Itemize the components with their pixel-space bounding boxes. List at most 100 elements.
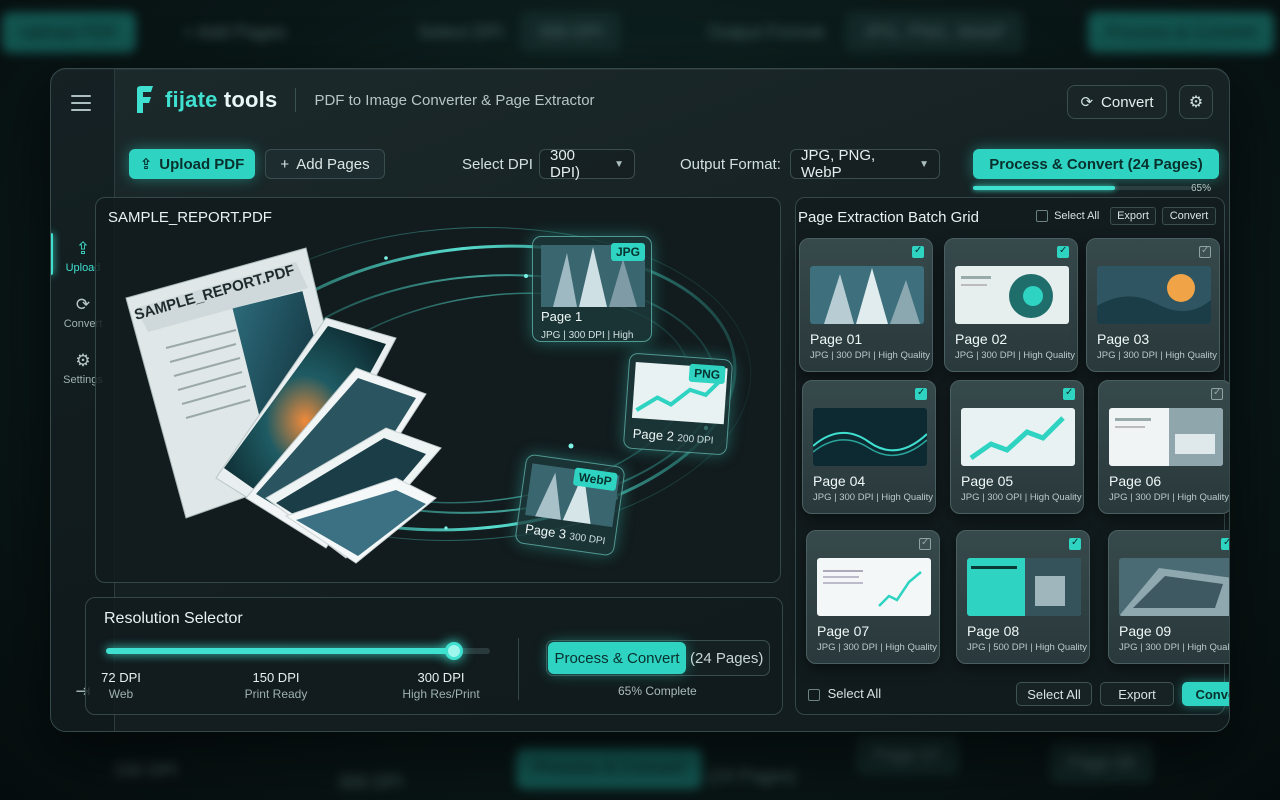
bg-pages: (24 Pages) <box>708 766 797 786</box>
page-card-meta: JPG | 300 OPI | High Quality <box>961 492 1082 503</box>
page-card-2[interactable]: Page 02 JPG | 300 DPI | High Quality <box>944 238 1078 372</box>
float-card-webp: WebP Page 3 300 DPI <box>514 453 626 557</box>
page-thumbnail <box>810 266 924 324</box>
page-thumbnail <box>1119 558 1229 616</box>
tick-300-desc: High Res/Print <box>402 687 480 701</box>
page-card-5[interactable]: Page 05 JPG | 300 OPI | High Quality <box>950 380 1084 514</box>
page-card-meta: JPG | 300 DPI | High Quality <box>1097 350 1218 361</box>
format-select[interactable]: JPG, PNG, WebP ▼ <box>790 147 940 181</box>
page-card-3[interactable]: Page 03 JPG | 300 DPI | High Quality <box>1086 238 1220 372</box>
float-card-jpg-title: Page 1 <box>541 309 583 324</box>
page-card-meta: JPG | 300 DPI | High Quality <box>1119 642 1230 653</box>
process-convert-label: Process & Convert (24 Pages) <box>989 155 1203 173</box>
page-card-meta: JPG | 300 DPI | High Quality <box>1109 492 1230 503</box>
page-card-checkbox[interactable] <box>1057 245 1069 258</box>
page-card-meta: JPG | 300 DPI | High Quality <box>813 492 934 503</box>
page-thumbnail <box>967 558 1081 616</box>
brand-logo-icon <box>137 86 153 113</box>
footer-select-all-button[interactable]: Select All <box>1016 682 1092 706</box>
batch-grid-title: Page Extraction Batch Grid <box>798 209 979 226</box>
float-card-png-title: Page 2 <box>632 425 675 444</box>
dpi-slider-track[interactable] <box>106 648 490 654</box>
page-card-checkbox[interactable] <box>912 245 924 258</box>
footer-convert-label: Convert <box>1195 686 1229 702</box>
grid-export-button[interactable]: Export <box>1110 207 1156 225</box>
grid-select-all-checkbox[interactable] <box>1036 210 1048 223</box>
page-card-checkbox[interactable] <box>1063 387 1075 400</box>
float-card-jpg-meta: JPG | 300 DPI | High Res <box>541 330 634 341</box>
resolution-process-label: Process & Convert <box>554 649 680 667</box>
process-progress-percent: 65% <box>1191 183 1212 194</box>
footer-select-all-label: Select All <box>827 686 882 701</box>
page-card-8[interactable]: Page 08 JPG | 500 DPI | High Quality <box>956 530 1090 664</box>
bg-300: 300 DPI <box>338 772 404 792</box>
page-card-meta: JPG | 300 DPI | High Quality <box>817 642 938 653</box>
page-card-4[interactable]: Page 04 JPG | 300 DPI | High Quality <box>802 380 936 514</box>
process-progress-fill <box>973 186 1115 190</box>
page-thumbnail <box>1097 266 1211 324</box>
page-thumbnail <box>1109 408 1223 466</box>
bg-150: 150 DPI <box>113 760 179 780</box>
page-card-checkbox[interactable] <box>915 387 927 400</box>
city-thumbnail-icon <box>525 463 620 528</box>
bg-p07: Page 07 <box>856 734 960 775</box>
page-card-6[interactable]: Page 06 JPG | 300 DPI | High Quality <box>1098 380 1230 514</box>
footer-select-all-button-label: Select All <box>1027 686 1081 702</box>
page-card-name: Page 09 <box>1119 623 1172 639</box>
page-card-name: Page 01 <box>810 331 863 347</box>
footer-convert-button[interactable]: Convert <box>1182 682 1229 706</box>
upload-pdf-button[interactable]: ⇪ Upload PDF <box>129 149 255 179</box>
bg-process-2: Process & Convert <box>516 748 703 789</box>
float-card-webp-title: Page 3 <box>524 521 568 542</box>
header-convert-button[interactable]: ⟳ Convert <box>1067 85 1167 119</box>
page-thumbnail <box>817 558 931 616</box>
tick-72: 72 DPI Web <box>96 670 146 701</box>
chevron-down-icon: ▼ <box>614 158 624 170</box>
page-card-checkbox[interactable] <box>1211 387 1223 400</box>
resolution-process-button[interactable]: Process & Convert <box>548 642 686 674</box>
grid-convert-button[interactable]: Convert <box>1162 207 1216 225</box>
hamburger-menu-icon[interactable] <box>71 95 91 116</box>
dpi-select-value: 300 DPI) <box>550 147 580 181</box>
process-progress-bar <box>973 186 1191 190</box>
page-card-9[interactable]: Page 09 JPG | 300 DPI | High Quality <box>1108 530 1230 664</box>
grid-select-all[interactable]: Select All <box>1036 210 1099 223</box>
header-settings-button[interactable]: ⚙ <box>1179 85 1213 119</box>
dpi-slider-thumb[interactable] <box>445 642 463 660</box>
refresh-icon: ⟳ <box>1080 94 1094 111</box>
page-card-checkbox[interactable] <box>919 537 931 550</box>
format-tag-jpg: JPG <box>610 243 645 261</box>
bg-p08: Page 08 <box>1050 742 1154 783</box>
app-subtitle: PDF to Image Converter & Page Extractor <box>314 91 595 109</box>
page-card-checkbox[interactable] <box>1221 537 1229 550</box>
tick-150-dpi: 150 DPI <box>252 670 300 685</box>
tick-150: 150 DPI Print Ready <box>226 670 326 701</box>
process-convert-button[interactable]: Process & Convert (24 Pages) <box>973 149 1219 179</box>
footer-select-all[interactable]: Select All <box>808 686 881 701</box>
float-card-webp-meta: 300 DPI <box>568 531 606 548</box>
brand-divider <box>295 88 297 112</box>
bg-upload: Upload PDF <box>2 12 137 53</box>
page-card-1[interactable]: Page 01 JPG | 300 DPI | High Quality <box>799 238 933 372</box>
header-convert-label: Convert <box>1101 93 1154 111</box>
add-pages-button[interactable]: + Add Pages <box>265 149 385 179</box>
upload-icon: ⇪ <box>139 156 153 173</box>
pdf-preview-panel: SAMPLE_REPORT.PDF SAMPLE_REPORT.PDF JPG … <box>95 197 781 583</box>
page-card-checkbox[interactable] <box>1199 245 1211 258</box>
footer-select-all-checkbox[interactable] <box>808 688 820 701</box>
page-card-name: Page 04 <box>813 473 866 489</box>
page-card-7[interactable]: Page 07 JPG | 300 DPI | High Quality <box>806 530 940 664</box>
page-card-checkbox[interactable] <box>1069 537 1081 550</box>
page-card-meta: JPG | 300 DPI | High Quality <box>810 350 931 361</box>
float-card-png-meta: 200 DPI <box>677 433 714 447</box>
footer-export-button[interactable]: Export <box>1100 682 1174 706</box>
app-window: ⇪ Upload ⟳ Convert ⚙ Settings ⇥ fijate t… <box>50 68 1230 732</box>
page-card-name: Page 03 <box>1097 331 1150 347</box>
page-card-name: Page 08 <box>967 623 1020 639</box>
bg-dpi-label: Select DPI <box>418 22 504 42</box>
float-card-png: PNG Page 2 200 DPI <box>622 352 734 456</box>
resolution-pages-label: (24 Pages) <box>690 650 764 667</box>
dpi-select[interactable]: 300 DPI) ▼ <box>539 147 635 181</box>
bg-format-label: Output Format <box>708 22 825 42</box>
gear-icon: ⚙ <box>1188 94 1204 111</box>
